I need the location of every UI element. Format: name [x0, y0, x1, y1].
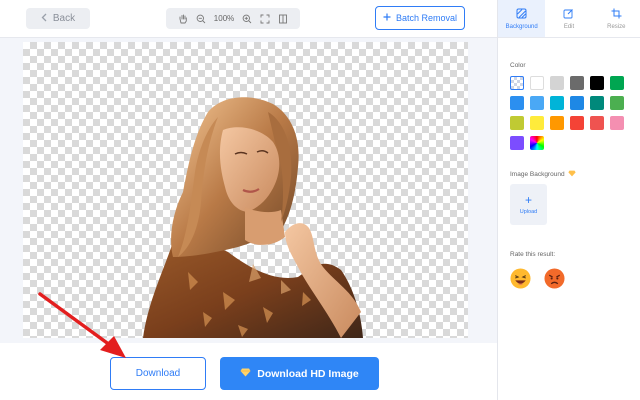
tab-resize[interactable]: Resize	[593, 0, 640, 37]
crop-icon	[611, 8, 622, 21]
color-swatch[interactable]	[510, 136, 524, 150]
chevron-left-icon	[41, 13, 47, 25]
color-swatch[interactable]	[550, 96, 564, 110]
diamond-icon	[240, 368, 251, 380]
color-swatch[interactable]	[610, 76, 624, 90]
download-hd-label: Download HD Image	[257, 367, 359, 380]
color-swatch[interactable]	[530, 116, 544, 130]
rate-label: Rate this result:	[510, 251, 556, 258]
batch-removal-button[interactable]: Batch Removal	[375, 6, 465, 30]
image-background-heading: Image Background	[510, 170, 576, 179]
laughing-emoji-icon[interactable]	[510, 268, 531, 289]
download-button[interactable]: Download	[110, 357, 206, 390]
tab-edit[interactable]: Edit	[545, 0, 592, 37]
tab-background[interactable]: Background	[498, 0, 546, 37]
color-swatch[interactable]	[510, 116, 524, 130]
back-label: Back	[52, 13, 76, 24]
color-swatch[interactable]	[550, 116, 564, 130]
compare-icon[interactable]	[278, 14, 288, 24]
back-button[interactable]: Back	[26, 8, 90, 29]
tab-edit-label: Edit	[563, 23, 575, 30]
zoom-level: 100%	[213, 14, 235, 23]
color-swatch[interactable]	[610, 96, 624, 110]
cutout-portrait	[143, 97, 363, 338]
panel-tabs: Background Edit Resize	[498, 0, 640, 38]
download-hd-button[interactable]: Download HD Image	[220, 357, 379, 390]
color-swatch[interactable]	[570, 116, 584, 130]
swatch-custom-color[interactable]	[530, 136, 544, 150]
color-label: Color	[510, 62, 526, 69]
color-swatch[interactable]	[510, 96, 524, 110]
tab-resize-label: Resize	[607, 23, 626, 30]
zoom-tools: 100%	[166, 8, 300, 29]
bottom-action-bar: Download Download HD Image	[0, 343, 497, 400]
color-swatch[interactable]	[590, 96, 604, 110]
plus-icon	[383, 13, 391, 23]
image-canvas[interactable]	[23, 42, 468, 338]
top-toolbar: Back 100% Batch Removal	[0, 0, 497, 38]
color-swatch[interactable]	[590, 116, 604, 130]
background-icon	[516, 8, 527, 21]
plus-icon: +	[524, 192, 532, 207]
batch-removal-label: Batch Removal	[395, 13, 458, 23]
edit-icon	[563, 8, 574, 21]
swatch-transparent[interactable]	[510, 76, 524, 90]
diamond-icon	[567, 170, 576, 179]
rating-options	[510, 268, 565, 289]
color-swatch[interactable]	[550, 76, 564, 90]
color-swatches	[510, 76, 624, 150]
fit-screen-icon[interactable]	[260, 14, 270, 24]
hand-icon[interactable]	[178, 14, 188, 24]
image-background-label: Image Background	[510, 171, 565, 178]
zoom-in-icon[interactable]	[242, 14, 252, 24]
upload-label: Upload	[519, 208, 538, 215]
color-swatch[interactable]	[570, 76, 584, 90]
color-swatch[interactable]	[530, 76, 544, 90]
color-swatch[interactable]	[610, 116, 624, 130]
angry-emoji-icon[interactable]	[544, 268, 565, 289]
zoom-out-icon[interactable]	[196, 14, 206, 24]
download-label: Download	[135, 368, 181, 379]
upload-background-button[interactable]: + Upload	[510, 184, 547, 225]
color-swatch[interactable]	[530, 96, 544, 110]
color-swatch[interactable]	[590, 76, 604, 90]
right-panel: Background Edit Resize Color Image Backg…	[497, 0, 640, 400]
color-swatch[interactable]	[570, 96, 584, 110]
tab-background-label: Background	[505, 23, 538, 30]
